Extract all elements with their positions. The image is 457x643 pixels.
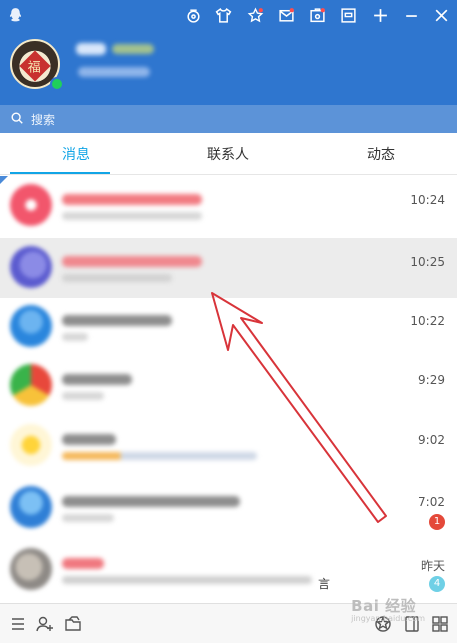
main-tabs: 消息 联系人 动态 [0,133,457,175]
contact-avatar [10,486,52,528]
search-bar[interactable]: 搜索 [0,105,457,133]
contact-avatar [10,364,52,406]
tab-contacts[interactable]: 联系人 [152,133,304,175]
menu-icon[interactable] [8,614,28,634]
contact-name-redacted [62,434,116,445]
app-box-icon[interactable] [306,4,328,26]
message-preview-redacted [62,274,172,282]
baidu-watermark: Bai 经验 jingyan.baidu.com [351,597,425,623]
search-icon [11,112,23,124]
contact-name-redacted [62,315,172,326]
contact-avatar [10,184,52,226]
tab-feeds[interactable]: 动态 [305,133,457,175]
shirt-icon[interactable] [212,4,234,26]
contact-name-redacted [62,194,202,205]
message-preview-tail: 言 [318,577,331,591]
contact-avatar [10,246,52,288]
vip-badge-redacted[interactable] [112,44,154,54]
contact-name-redacted [62,374,132,385]
conversation-item[interactable]: 9:02 [0,416,457,476]
tab-messages[interactable]: 消息 [0,133,152,175]
star-icon[interactable] [244,4,266,26]
apps-icon[interactable] [430,614,450,634]
fu-seal-icon: 福 [19,50,51,82]
search-placeholder: 搜索 [31,113,56,127]
contact-avatar [10,305,52,347]
add-icon[interactable] [369,4,391,26]
conversation-item[interactable]: 7:02 1 [0,478,457,538]
folder-icon[interactable] [63,614,83,634]
close-icon[interactable] [430,4,452,26]
signature-redacted[interactable] [78,67,150,77]
conversation-item[interactable]: 10:22 [0,297,457,357]
message-time: 9:29 [418,373,445,387]
conversation-list: 10:24 10:25 10:22 9:29 9:02 7:02 1 言 昨天 … [0,176,457,601]
conversation-item[interactable]: 言 昨天 4 [0,540,457,600]
message-time: 10:22 [410,314,445,328]
unread-badge: 4 [429,576,445,592]
active-tab-indicator [10,172,110,174]
message-preview-redacted [62,392,104,400]
unread-badge: 1 [429,514,445,530]
contact-avatar [10,424,52,466]
contact-name-redacted [62,496,240,507]
contact-name-redacted [62,256,202,267]
message-preview-redacted [62,514,114,522]
conversation-item[interactable]: 9:29 [0,356,457,416]
message-time: 7:02 [418,495,445,509]
contact-avatar [10,548,52,590]
message-preview-redacted [62,452,257,460]
message-time: 昨天 [420,559,445,573]
message-time: 10:25 [410,255,445,269]
nickname-redacted[interactable] [76,43,106,55]
qq-logo-icon [4,4,26,26]
conversation-item[interactable]: 10:24 [0,176,457,236]
message-preview-redacted [62,576,312,584]
message-preview-redacted [62,333,88,341]
contact-name-redacted [62,558,104,569]
message-time: 9:02 [418,433,445,447]
header: 福 [0,0,457,105]
add-contact-icon[interactable] [35,614,55,634]
message-preview-redacted [62,212,202,220]
screen-icon[interactable] [337,4,359,26]
mail-icon[interactable] [275,4,297,26]
online-status-icon[interactable] [50,77,64,91]
skin-icon[interactable] [182,4,204,26]
message-time: 10:24 [410,193,445,207]
conversation-item-selected[interactable]: 10:25 [0,238,457,298]
minimize-icon[interactable] [400,4,422,26]
